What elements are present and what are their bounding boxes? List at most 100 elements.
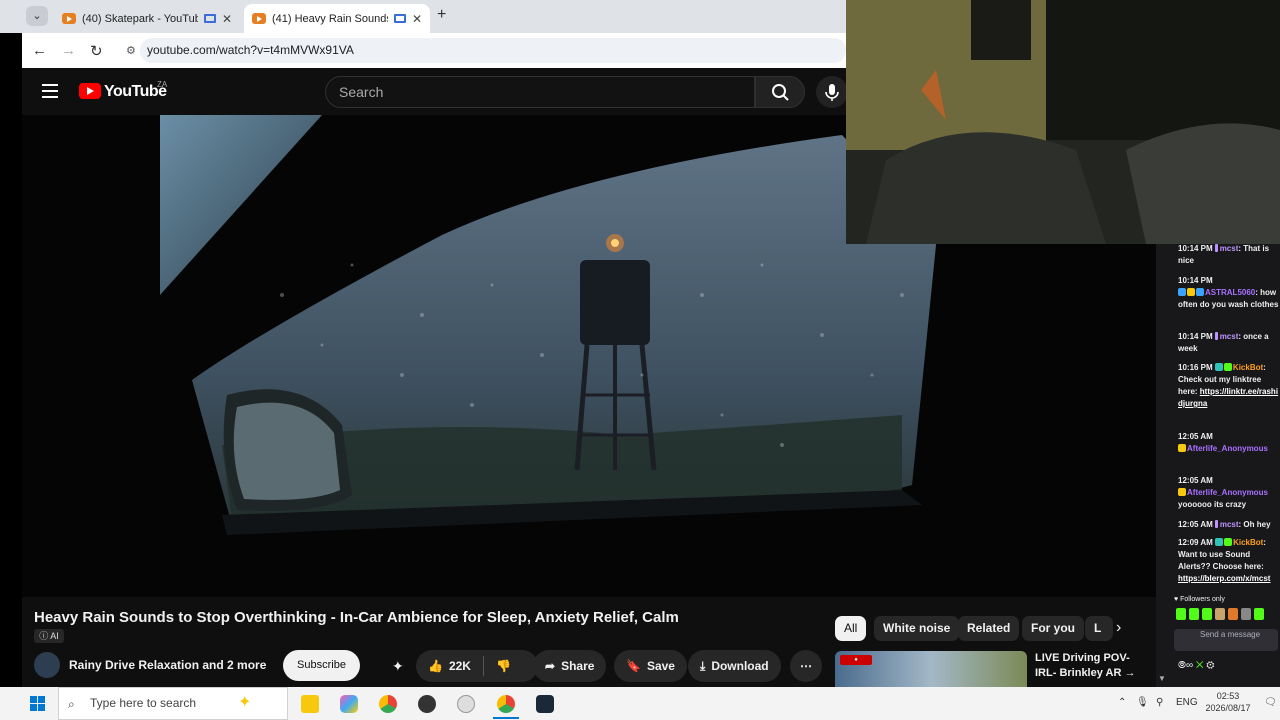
chat-user[interactable]: KickBot [1233,363,1263,372]
chat-message: 10:14 PM ASTRAL5060: how often do you wa… [1178,276,1279,309]
like-dislike-button[interactable]: 👍 22K 👎 [416,650,538,682]
chat-message: 12:09 AM KickBot: Want to use Sound Aler… [1178,538,1271,583]
more-actions-button[interactable]: ⋯ [790,650,822,682]
share-button[interactable]: ➦ Share [533,650,607,682]
file-explorer-icon[interactable] [301,695,319,713]
save-label: Save [646,659,675,673]
reload-icon[interactable]: ↻ [90,42,103,60]
thumbs-down-icon[interactable]: 👎 [496,659,511,673]
chat-message: 10:16 PM KickBot: Check out my linktree … [1178,363,1279,408]
chat-time: 12:05 AM [1178,476,1213,485]
channel-name[interactable]: Rainy Drive Relaxation and 2 more [69,658,266,672]
chip-white-noise[interactable]: White noise [874,616,960,641]
search-icon [772,84,789,101]
voice-search-button[interactable] [816,76,848,108]
save-button[interactable]: 🔖 Save [614,650,687,682]
more-icon: ⋯ [800,659,812,673]
chat-user[interactable]: Afterlife_Anonymous [1187,488,1268,497]
chat-message: 10:14 PM mcst: once a week [1178,332,1269,353]
search-button[interactable] [755,76,805,108]
microphone-icon [825,84,839,101]
search-highlight-icon: ✦ [238,694,252,711]
chat-user[interactable]: Afterlife_Anonymous [1187,444,1268,453]
microphone-tray-icon[interactable]: 🎙 [1136,697,1149,708]
thumbs-up-icon[interactable]: 👍 [428,659,443,673]
chevron-right-icon[interactable]: › [1116,619,1121,637]
country-code: ZA [157,80,168,89]
copilot-icon[interactable] [340,695,358,713]
chat-message: 10:14 PM mcst: That is nice [1178,244,1270,265]
search-icon: ⌕ [68,697,75,711]
windows-start-icon[interactable] [30,696,46,712]
chat-user[interactable]: mcst [1220,332,1239,341]
chat-message: 12:05 AM Afterlife_Anonymous [1178,431,1280,455]
chip-more[interactable]: L [1085,616,1113,641]
followers-only-label: ♥ Followers only [1174,596,1225,603]
send-message-input[interactable]: Send a message [1174,629,1278,651]
share-icon: ➦ [545,659,556,673]
chat-user[interactable]: mcst [1220,244,1239,253]
network-icon[interactable]: ⚲ [1156,697,1163,708]
download-button[interactable]: ⤓ Download [688,650,781,682]
chip-related[interactable]: Related [958,616,1020,641]
obs-icon[interactable] [418,695,436,713]
address-bar-row: ← → ↻ [22,33,846,68]
youtube-logo-icon[interactable] [79,83,101,99]
subscribe-button[interactable]: Subscribe [283,650,360,681]
back-arrow-icon[interactable]: ← [32,42,47,59]
chat-tools[interactable]: ⦾∞ ✕ ⚙ [1178,660,1214,671]
water-tower [574,234,657,471]
search-input[interactable]: Search [325,76,755,108]
ask-sparkle-icon[interactable]: ✦ [392,658,404,675]
menu-hamburger-icon[interactable] [42,84,58,98]
taskbar-search-input[interactable]: Type here to search [58,687,288,720]
url-text[interactable]: youtube.com/watch?v=t4mMVWx91VA [147,43,354,57]
chat-message: 12:05 AM mcst: Oh hey [1178,520,1271,529]
tab-title: (40) Skatepark - YouTube [82,12,198,25]
tab-close-icon[interactable]: ✕ [222,12,232,26]
left-edge [0,33,22,687]
emote-row[interactable] [1176,608,1280,624]
chat-time: 10:14 PM [1178,244,1213,253]
chat-time: 10:14 PM [1178,276,1213,285]
channel-avatar[interactable] [34,652,60,678]
chat-user[interactable]: ASTRAL5060 [1205,288,1255,297]
tab-search-dropdown[interactable]: ⌄ [26,6,48,26]
language-indicator[interactable]: ENG [1176,697,1198,708]
download-icon: ⤓ [700,658,706,673]
video-title: Heavy Rain Sounds to Stop Overthinking -… [34,609,679,626]
recommendation-title[interactable]: LIVE Driving POV-IRL- Brinkley AR → [1035,651,1145,681]
taskbar-clock[interactable]: 02:53 2026/08/17 [1205,690,1251,714]
chip-for-you[interactable]: For you [1022,616,1084,641]
scroll-down-icon[interactable]: ▼ [1158,674,1166,683]
tab-close-icon[interactable]: ✕ [412,12,422,26]
chat-time: 10:16 PM [1178,363,1213,372]
chrome-active-icon[interactable] [497,695,515,713]
download-label: Download [711,659,769,673]
notifications-icon[interactable]: 🗨 [1264,697,1277,708]
new-tab-plus-icon[interactable]: + [437,6,446,24]
like-count: 22K [448,659,471,673]
chrome-icon[interactable] [379,695,397,713]
live-badge: ● [840,655,872,665]
chat-time: 12:09 AM [1178,538,1213,547]
share-label: Share [561,659,595,673]
steam-icon[interactable] [536,695,554,713]
app-icon[interactable] [457,695,475,713]
bookmark-icon: 🔖 [626,659,641,673]
site-settings-icon[interactable]: ⚙ [126,44,136,57]
tab-title: (41) Heavy Rain Sounds to S [272,12,388,25]
chat-link[interactable]: https://blerp.com/x/mcst [1178,574,1270,583]
browser-tab-skatepark[interactable]: (40) Skatepark - YouTube ✕ [54,4,240,33]
divider [482,656,484,676]
chat-user[interactable]: mcst [1220,520,1239,529]
chat-user[interactable]: KickBot [1233,538,1263,547]
chat-text: Want to use Sound Alerts?? Choose here: [1178,550,1264,571]
webcam-overlay [846,0,1280,244]
tray-expand-icon[interactable]: ⌃ [1118,697,1126,708]
browser-tab-heavy-rain[interactable]: (41) Heavy Rain Sounds to S ✕ [244,4,430,33]
tab-media-icon [203,14,216,23]
tab-media-icon [393,14,406,23]
forward-arrow-icon[interactable]: → [61,42,76,59]
chip-all[interactable]: All [835,616,867,641]
